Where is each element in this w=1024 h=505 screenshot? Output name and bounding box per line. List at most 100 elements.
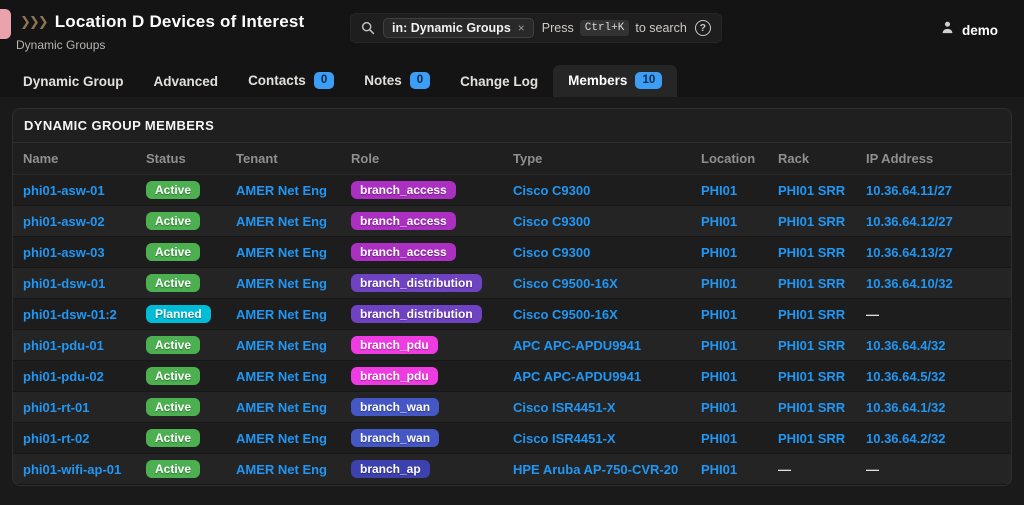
type-link[interactable]: HPE Aruba AP-750-CVR-20 [513,462,678,477]
location-link[interactable]: PHI01 [701,183,737,198]
tenant-link[interactable]: AMER Net Eng [236,338,327,353]
rack-link[interactable]: PHI01 SRR [778,338,845,353]
ip-empty: — [866,462,879,477]
ip-address-link[interactable]: 10.36.64.10/32 [866,276,953,291]
global-search-input[interactable]: in: Dynamic Groups × Press Ctrl+K to sea… [350,13,722,43]
device-name-link[interactable]: phi01-asw-01 [23,183,105,198]
status-badge[interactable]: Active [146,336,200,354]
column-header-type[interactable]: Type [503,143,691,175]
role-badge[interactable]: branch_pdu [351,336,438,354]
device-name-link[interactable]: phi01-pdu-02 [23,369,104,384]
role-badge[interactable]: branch_ap [351,460,430,478]
rack-link[interactable]: PHI01 SRR [778,245,845,260]
tab-contacts[interactable]: Contacts 0 [233,65,349,97]
column-header-status[interactable]: Status [136,143,226,175]
status-badge[interactable]: Active [146,243,200,261]
rack-link[interactable]: PHI01 SRR [778,431,845,446]
ip-address-link[interactable]: 10.36.64.12/27 [866,214,953,229]
ip-address-link[interactable]: 10.36.64.2/32 [866,431,946,446]
ip-address-link[interactable]: 10.36.64.13/27 [866,245,953,260]
tenant-link[interactable]: AMER Net Eng [236,183,327,198]
location-link[interactable]: PHI01 [701,400,737,415]
rack-link[interactable]: PHI01 SRR [778,369,845,384]
tenant-link[interactable]: AMER Net Eng [236,276,327,291]
tenant-link[interactable]: AMER Net Eng [236,369,327,384]
type-link[interactable]: Cisco ISR4451-X [513,400,616,415]
tenant-link[interactable]: AMER Net Eng [236,462,327,477]
ip-address-link[interactable]: 10.36.64.1/32 [866,400,946,415]
role-badge[interactable]: branch_pdu [351,367,438,385]
ip-address-link[interactable]: 10.36.64.4/32 [866,338,946,353]
role-badge[interactable]: branch_access [351,243,456,261]
table-row: phi01-dsw-01:2 Planned AMER Net Eng bran… [13,299,1011,330]
type-link[interactable]: Cisco ISR4451-X [513,431,616,446]
column-header-role[interactable]: Role [341,143,503,175]
column-header-tenant[interactable]: Tenant [226,143,341,175]
column-header-location[interactable]: Location [691,143,768,175]
location-link[interactable]: PHI01 [701,431,737,446]
rack-link[interactable]: PHI01 SRR [778,276,845,291]
status-badge[interactable]: Active [146,398,200,416]
column-header-rack[interactable]: Rack [768,143,856,175]
status-badge[interactable]: Active [146,367,200,385]
search-help-icon[interactable]: ? [695,20,711,36]
location-link[interactable]: PHI01 [701,369,737,384]
status-badge[interactable]: Active [146,212,200,230]
location-link[interactable]: PHI01 [701,276,737,291]
ip-address-link[interactable]: 10.36.64.5/32 [866,369,946,384]
role-badge[interactable]: branch_wan [351,398,439,416]
type-link[interactable]: APC APC-APDU9941 [513,369,641,384]
device-name-link[interactable]: phi01-rt-01 [23,400,89,415]
role-badge[interactable]: branch_access [351,212,456,230]
status-badge[interactable]: Planned [146,305,211,323]
role-badge[interactable]: branch_wan [351,429,439,447]
type-link[interactable]: Cisco C9300 [513,183,590,198]
status-badge[interactable]: Active [146,274,200,292]
device-name-link[interactable]: phi01-dsw-01 [23,276,105,291]
type-link[interactable]: Cisco C9300 [513,214,590,229]
tenant-link[interactable]: AMER Net Eng [236,245,327,260]
tenant-link[interactable]: AMER Net Eng [236,214,327,229]
device-name-link[interactable]: phi01-asw-03 [23,245,105,260]
location-link[interactable]: PHI01 [701,307,737,322]
device-name-link[interactable]: phi01-asw-02 [23,214,105,229]
type-link[interactable]: Cisco C9300 [513,245,590,260]
rack-link[interactable]: PHI01 SRR [778,400,845,415]
device-name-link[interactable]: phi01-pdu-01 [23,338,104,353]
tenant-link[interactable]: AMER Net Eng [236,307,327,322]
location-link[interactable]: PHI01 [701,338,737,353]
location-link[interactable]: PHI01 [701,462,737,477]
device-name-link[interactable]: phi01-rt-02 [23,431,89,446]
rack-link[interactable]: PHI01 SRR [778,307,845,322]
column-header-ip-address[interactable]: IP Address [856,143,1011,175]
type-link[interactable]: Cisco C9500-16X [513,276,618,291]
rack-link[interactable]: PHI01 SRR [778,214,845,229]
members-panel: DYNAMIC GROUP MEMBERS NameStatusTenantRo… [12,108,1012,486]
location-link[interactable]: PHI01 [701,214,737,229]
rack-link[interactable]: PHI01 SRR [778,183,845,198]
status-badge[interactable]: Active [146,429,200,447]
status-badge[interactable]: Active [146,181,200,199]
role-badge[interactable]: branch_distribution [351,274,482,292]
tenant-link[interactable]: AMER Net Eng [236,431,327,446]
type-link[interactable]: APC APC-APDU9941 [513,338,641,353]
chip-close-icon[interactable]: × [518,21,525,35]
role-badge[interactable]: branch_access [351,181,456,199]
location-link[interactable]: PHI01 [701,245,737,260]
tab-dynamic-group[interactable]: Dynamic Group [8,67,139,97]
tab-members[interactable]: Members 10 [553,65,677,97]
tenant-link[interactable]: AMER Net Eng [236,400,327,415]
tab-notes[interactable]: Notes 0 [349,65,445,97]
flyout-handle[interactable] [0,9,11,39]
column-header-name[interactable]: Name [13,143,136,175]
tab-advanced[interactable]: Advanced [139,67,234,97]
device-name-link[interactable]: phi01-dsw-01:2 [23,307,117,322]
search-filter-chip[interactable]: in: Dynamic Groups × [383,18,534,38]
role-badge[interactable]: branch_distribution [351,305,482,323]
type-link[interactable]: Cisco C9500-16X [513,307,618,322]
tab-change-log[interactable]: Change Log [445,67,553,97]
user-menu[interactable]: demo [940,20,998,40]
ip-address-link[interactable]: 10.36.64.11/27 [866,183,952,198]
status-badge[interactable]: Active [146,460,200,478]
device-name-link[interactable]: phi01-wifi-ap-01 [23,462,121,477]
